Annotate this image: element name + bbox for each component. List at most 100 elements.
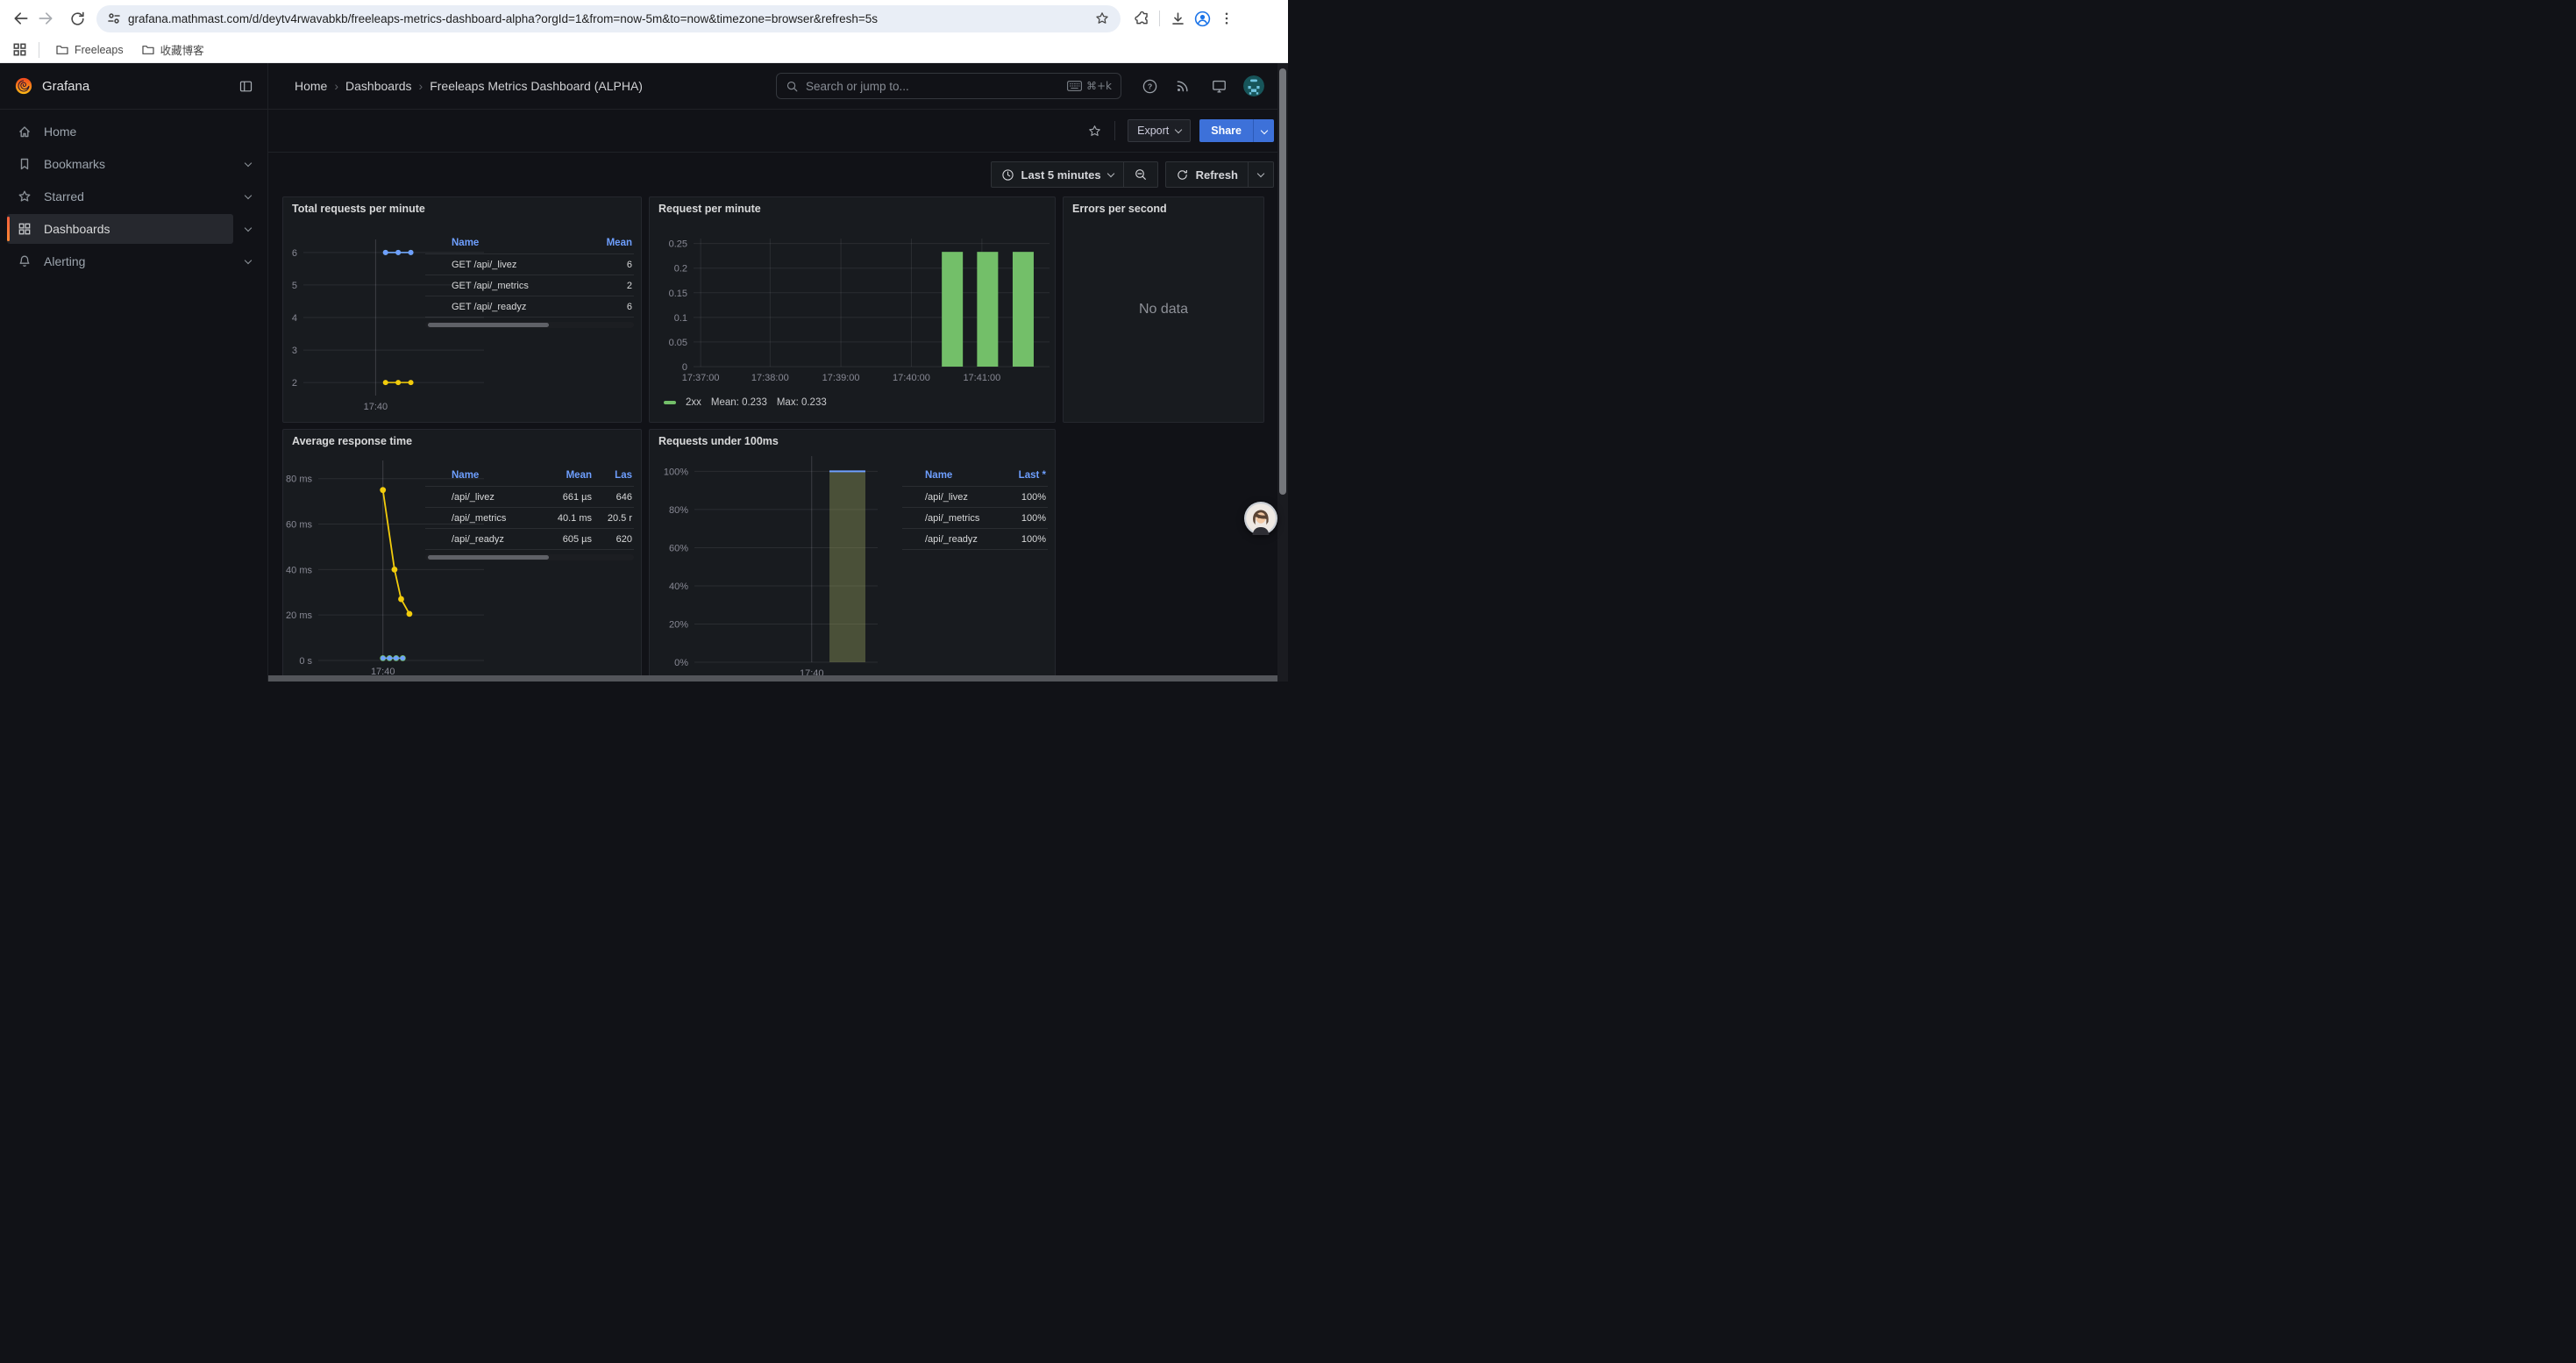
bell-icon — [18, 254, 33, 268]
bookmark-star-icon[interactable] — [1094, 11, 1110, 26]
legend-row[interactable]: /api/_livez661 µs646 — [425, 486, 634, 507]
panel-title[interactable]: Total requests per minute — [292, 203, 425, 215]
chevron-down-icon[interactable] — [245, 225, 252, 232]
panel-errors-per-second[interactable]: Errors per second No data — [1063, 196, 1264, 423]
legend[interactable]: 2xx Mean: 0.233 Max: 0.233 — [664, 397, 827, 408]
chevron-down-icon[interactable] — [245, 160, 252, 167]
apps-grid-button[interactable] — [9, 39, 30, 61]
sidebar-item-bookmarks[interactable]: Bookmarks — [7, 149, 233, 179]
legend-row[interactable]: /api/_readyz605 µs620 — [425, 528, 634, 549]
legend-row[interactable]: /api/_readyz100% — [902, 528, 1048, 549]
assistant-avatar-button[interactable] — [1244, 502, 1277, 535]
scrollbar-thumb[interactable] — [1279, 68, 1286, 495]
legend-row[interactable]: GET /api/_metrics2 — [425, 275, 634, 296]
folder-icon — [141, 43, 155, 57]
legend-scrollbar[interactable] — [425, 322, 634, 328]
bookmark-label: 收藏博客 — [160, 41, 204, 58]
series-value: 100% — [999, 513, 1048, 524]
legend-col[interactable]: Last * — [999, 470, 1048, 481]
back-button[interactable] — [9, 6, 33, 31]
search-input[interactable]: Search or jump to... ⌘+k — [776, 73, 1121, 99]
favorite-star-icon[interactable] — [1087, 124, 1102, 139]
refresh-interval-button[interactable] — [1249, 161, 1274, 188]
sidebar-item-dashboards[interactable]: Dashboards — [7, 214, 233, 244]
panel-title[interactable]: Requests under 100ms — [658, 435, 779, 447]
zoom-out-button[interactable] — [1124, 161, 1158, 188]
legend-scrollbar-thumb[interactable] — [428, 555, 549, 560]
legend-row[interactable]: /api/_metrics40.1 ms20.5 r — [425, 507, 634, 528]
legend-row[interactable]: /api/_metrics100% — [902, 507, 1048, 528]
panel-total-requests[interactable]: Total requests per minute 6543217:40 Nam… — [282, 196, 642, 423]
chevron-down-icon[interactable] — [245, 257, 252, 264]
panel-title[interactable]: Average response time — [292, 435, 412, 447]
legend-col-name[interactable]: Name — [925, 470, 999, 481]
export-button[interactable]: Export — [1128, 119, 1191, 142]
user-avatar[interactable] — [1243, 75, 1264, 96]
refresh-button[interactable]: Refresh — [1165, 161, 1249, 188]
legend-row[interactable]: GET /api/_readyz6 — [425, 296, 634, 317]
news-button[interactable] — [1171, 75, 1194, 97]
svg-text:0.25: 0.25 — [669, 239, 687, 250]
url-bar[interactable]: grafana.mathmast.com/d/deytv4rwavabkb/fr… — [96, 5, 1121, 32]
legend-scrollbar-thumb[interactable] — [428, 323, 549, 327]
panel-title[interactable]: Request per minute — [658, 203, 761, 215]
help-button[interactable]: ? — [1138, 75, 1161, 97]
reload-button[interactable] — [65, 6, 89, 31]
horizontal-scrollbar[interactable] — [268, 675, 1288, 682]
chevron-down-icon — [1257, 169, 1264, 176]
forward-button[interactable] — [33, 6, 58, 31]
series-name[interactable]: /api/_livez — [925, 492, 999, 503]
legend-col[interactable]: Mean — [585, 238, 634, 248]
legend-col[interactable]: Mean — [544, 470, 594, 481]
home-icon — [18, 125, 33, 139]
legend-col-name[interactable]: Name — [452, 470, 544, 481]
series-name[interactable]: /api/_readyz — [925, 534, 999, 545]
series-name[interactable]: /api/_readyz — [452, 534, 544, 545]
extensions-button[interactable] — [1129, 6, 1154, 31]
svg-text:60 ms: 60 ms — [286, 520, 312, 531]
series-name[interactable]: /api/_metrics — [925, 513, 999, 524]
dock-menu-icon[interactable] — [238, 79, 253, 94]
site-settings-icon[interactable] — [107, 11, 121, 25]
legend-scrollbar[interactable] — [425, 554, 634, 560]
sidebar-item-starred[interactable]: Starred — [7, 182, 233, 211]
bookmark-folder-blog[interactable]: 收藏博客 — [134, 39, 211, 61]
url-text[interactable]: grafana.mathmast.com/d/deytv4rwavabkb/fr… — [128, 12, 1087, 25]
legend-row[interactable]: /api/_livez100% — [902, 486, 1048, 507]
series-name[interactable]: GET /api/_livez — [452, 260, 585, 270]
panel-requests-under-100ms[interactable]: Requests under 100ms 100%80%60%40%20%0%1… — [649, 429, 1056, 682]
page-scrollbar[interactable] — [1277, 63, 1288, 682]
kebab-menu-icon — [1219, 11, 1235, 26]
svg-text:?: ? — [1147, 82, 1151, 90]
series-value: 661 µs — [544, 492, 594, 503]
extensions-icon — [1134, 11, 1150, 27]
keyboard-icon — [1067, 81, 1082, 91]
panel-average-response-time[interactable]: Average response time 80 ms60 ms40 ms20 … — [282, 429, 642, 682]
series-name[interactable]: GET /api/_metrics — [452, 281, 585, 291]
legend-col[interactable]: Las — [594, 470, 634, 481]
legend-row[interactable]: GET /api/_livez6 — [425, 253, 634, 275]
back-icon — [12, 10, 30, 27]
breadcrumb-item[interactable]: Freeleaps Metrics Dashboard (ALPHA) — [430, 79, 643, 93]
share-menu-button[interactable] — [1253, 119, 1274, 142]
series-name[interactable]: GET /api/_readyz — [452, 302, 585, 312]
series-name[interactable]: /api/_metrics — [452, 513, 544, 524]
svg-text:100%: 100% — [664, 467, 688, 477]
screens-button[interactable] — [1207, 75, 1230, 97]
downloads-button[interactable] — [1165, 6, 1190, 31]
legend-col-name[interactable]: Name — [452, 238, 585, 248]
share-button[interactable]: Share — [1199, 119, 1253, 142]
bookmark-label: Freeleaps — [75, 44, 124, 56]
sidebar-item-home[interactable]: Home — [7, 117, 233, 146]
breadcrumb-item[interactable]: Dashboards — [345, 79, 412, 93]
time-range-picker[interactable]: Last 5 minutes — [991, 161, 1124, 188]
chevron-down-icon[interactable] — [245, 192, 252, 199]
bookmark-folder-freeleaps[interactable]: Freeleaps — [48, 40, 131, 60]
profile-button[interactable] — [1190, 6, 1214, 31]
breadcrumb-item[interactable]: Home — [295, 79, 327, 93]
panel-request-per-minute[interactable]: Request per minute 0.250.20.150.10.05017… — [649, 196, 1056, 423]
sidebar-item-label: Home — [44, 125, 76, 139]
series-name[interactable]: /api/_livez — [452, 492, 544, 503]
menu-button[interactable] — [1214, 6, 1239, 31]
sidebar-item-alerting[interactable]: Alerting — [7, 246, 233, 276]
